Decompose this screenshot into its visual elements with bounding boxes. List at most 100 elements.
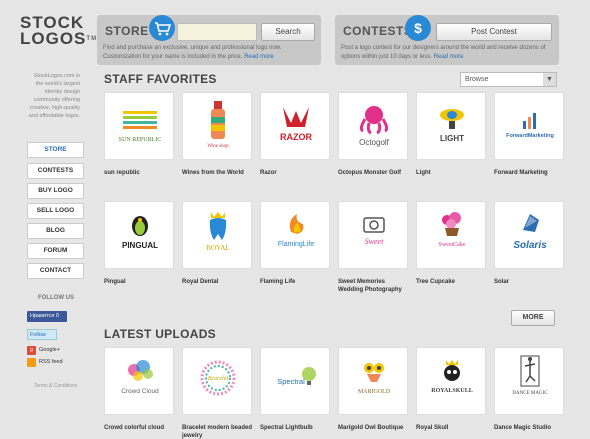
staff-favorites-title: STAFF FAVORITES <box>104 72 217 86</box>
nav-store[interactable]: STORE <box>27 142 84 158</box>
site-about-text: StockLogos.com is the world's largest id… <box>28 73 80 119</box>
logo-tile-wines[interactable]: Wine shop <box>182 92 252 160</box>
twitter-follow-button[interactable]: Follow <box>27 329 57 340</box>
tile-label[interactable]: Wines from the World <box>182 169 254 177</box>
crowd-cloud-logo: Crowd Cloud <box>121 360 159 395</box>
nav-forum[interactable]: FORUM <box>27 243 84 259</box>
logo-tile-sun-republic[interactable]: SUN REPUBLIC <box>104 92 174 160</box>
tile-label[interactable]: Forward Marketing <box>494 169 566 177</box>
google-plus-icon: g <box>27 346 36 355</box>
tile-label[interactable]: Light <box>416 169 488 177</box>
main-content: STAFF FAVORITES Browse ▼ SUN REPUBLIC Win… <box>97 70 590 439</box>
tile-label[interactable]: Crowd colorful cloud <box>104 424 176 432</box>
svg-text:MARIGOLD: MARIGOLD <box>358 389 391 395</box>
sun-republic-logo: SUN REPUBLIC <box>119 111 162 143</box>
search-button[interactable]: Search <box>261 23 315 41</box>
royal-skull-logo: ROYALSKULL <box>431 360 473 394</box>
logo-tile-razor[interactable]: RAZOR <box>260 92 330 160</box>
nav-blog[interactable]: BLOG <box>27 223 84 239</box>
post-contest-button[interactable]: Post Contest <box>436 23 552 41</box>
sidebar: StockLogos.com is the world's largest id… <box>0 70 90 439</box>
more-button[interactable]: MORE <box>511 310 555 326</box>
tile-label[interactable]: Pingual <box>104 278 176 286</box>
svg-text:Crowd Cloud: Crowd Cloud <box>121 388 159 395</box>
logo-tile-flaming-life[interactable]: FlamingLife <box>260 201 330 269</box>
logo-tile-dance-magic[interactable]: DANCE MAGIC <box>494 347 564 415</box>
svg-text:ROYALSKULL: ROYALSKULL <box>431 388 472 394</box>
logo-tile-royal-skull[interactable]: ROYALSKULL <box>416 347 486 415</box>
logo-tile-forward-marketing[interactable]: ForwardMarketing <box>494 92 564 160</box>
contests-description: Post a logo contest for our designers ar… <box>341 45 546 60</box>
logo-tile-royal-dental[interactable]: ROYAL <box>182 201 252 269</box>
dollar-icon: $ <box>405 15 431 41</box>
logo-tile-light[interactable]: LIGHT <box>416 92 486 160</box>
nav-buy-logo[interactable]: BUY LOGO <box>27 183 84 199</box>
spectral-lightbulb-logo: Spectral <box>277 367 316 386</box>
nav-contact[interactable]: CONTACT <box>27 263 84 279</box>
tile-label[interactable]: Solar <box>494 278 566 286</box>
logo-tile-sweet-memories[interactable]: Sweet <box>338 201 408 269</box>
facebook-count: 0 <box>55 313 59 319</box>
cart-icon <box>149 15 175 41</box>
logo-tile-pingual[interactable]: PINGUAL <box>104 201 174 269</box>
logo-line2: LOGOSTM <box>20 29 98 48</box>
tile-label[interactable]: Sweet Memories Wedding Photography <box>338 278 408 294</box>
svg-text:Wine shop: Wine shop <box>207 144 229 149</box>
logo-tile-crowd-cloud[interactable]: Crowd Cloud <box>104 347 174 415</box>
svg-text:PINGUAL: PINGUAL <box>122 241 158 250</box>
tile-label[interactable]: Tree Cupcake <box>416 278 488 286</box>
solaris-logo: Solaris <box>513 214 547 251</box>
svg-text:FlamingLife: FlamingLife <box>278 241 314 248</box>
contests-read-more-link[interactable]: Read more <box>434 54 464 60</box>
nav-contests[interactable]: CONTESTS <box>27 163 84 179</box>
contests-title: CONTESTS <box>343 24 413 38</box>
owl-logo: MARIGOLD <box>358 363 391 395</box>
store-title: STORE <box>105 24 149 38</box>
svg-text:SUN REPUBLIC: SUN REPUBLIC <box>119 137 162 143</box>
rss-icon <box>27 358 36 367</box>
tile-label[interactable]: Octopus Monster Golf <box>338 169 410 177</box>
tile-label[interactable]: sun republic <box>104 169 176 177</box>
logo-tile-solar[interactable]: Solaris <box>494 201 564 269</box>
svg-text:Bracelet: Bracelet <box>208 376 229 382</box>
lightbulb-logo: LIGHT <box>440 109 464 143</box>
svg-text:DANCE MAGIC: DANCE MAGIC <box>512 391 548 396</box>
svg-text:ForwardMarketing: ForwardMarketing <box>506 133 554 139</box>
follow-us-label: FOLLOW US <box>38 295 74 301</box>
tile-label[interactable]: Razor <box>260 169 332 177</box>
rss-feed-link[interactable]: RSS feed <box>27 357 77 368</box>
tile-label[interactable]: Spectral Lightbulb <box>260 424 332 432</box>
logo-tile-octopus[interactable]: Octogolf <box>338 92 408 160</box>
store-read-more-link[interactable]: Read more <box>244 54 274 60</box>
svg-text:RAZOR: RAZOR <box>280 132 312 142</box>
nav-sell-logo[interactable]: SELL LOGO <box>27 203 84 219</box>
tile-label[interactable]: Royal Dental <box>182 278 254 286</box>
tile-label[interactable]: Dance Magic Studio <box>494 424 566 432</box>
logo-tile-spectral[interactable]: Spectral <box>260 347 330 415</box>
tile-label[interactable]: Royal Skull <box>416 424 488 432</box>
store-search-input[interactable] <box>177 23 257 41</box>
bracelet-logo: Bracelet <box>200 360 236 396</box>
svg-text:LIGHT: LIGHT <box>440 134 464 143</box>
royal-dental-logo: ROYAL <box>206 212 230 252</box>
forward-marketing-logo: ForwardMarketing <box>506 113 554 139</box>
google-plus-link[interactable]: g Google+ <box>27 345 77 356</box>
tile-label[interactable]: Marigold Owl Boutique <box>338 424 410 432</box>
svg-text:SweetCake: SweetCake <box>439 242 466 248</box>
flaming-life-logo: FlamingLife <box>278 214 314 248</box>
logo-tile-marigold[interactable]: MARIGOLD <box>338 347 408 415</box>
tile-label[interactable]: Flaming Life <box>260 278 332 286</box>
camera-logo: Sweet <box>363 217 385 246</box>
facebook-like-button[interactable]: Нравится 0 <box>27 311 67 322</box>
wine-bottle-logo: Wine shop <box>207 101 229 149</box>
terms-link[interactable]: Terms & Conditions <box>34 383 77 389</box>
stocklogos-logo[interactable]: STOCK LOGOSTM <box>20 14 98 67</box>
logo-tile-bracelet[interactable]: Bracelet <box>182 347 252 415</box>
contests-panel: CONTESTS $ Post Contest Post a logo cont… <box>335 15 559 65</box>
tile-label[interactable]: Bracelet modern beaded jewelry <box>182 424 254 439</box>
svg-text:Octogolf: Octogolf <box>359 138 390 147</box>
browse-select[interactable]: Browse ▼ <box>460 72 557 87</box>
logo-tile-tree-cupcake[interactable]: SweetCake <box>416 201 486 269</box>
svg-text:ROYAL: ROYAL <box>206 244 229 252</box>
razor-logo: RAZOR <box>280 107 312 142</box>
